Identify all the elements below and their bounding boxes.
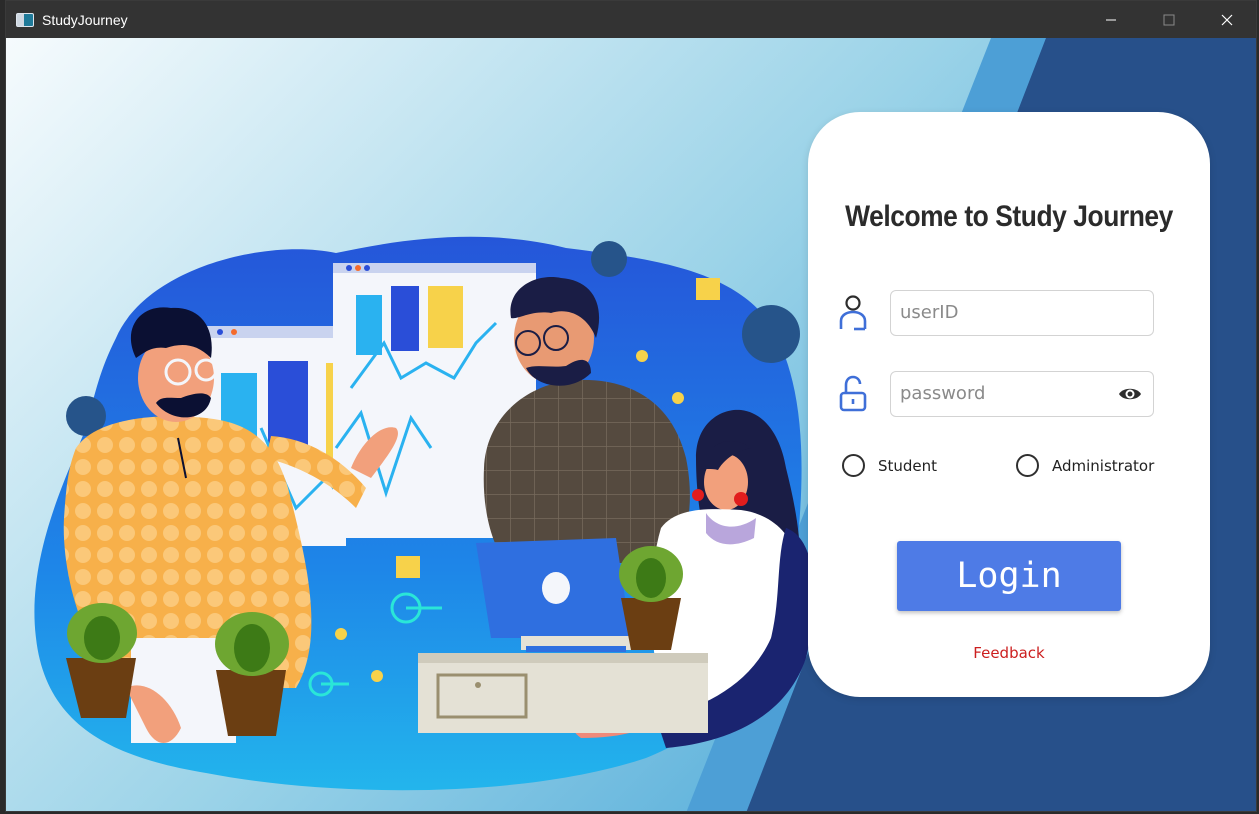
maximize-icon: [1163, 14, 1175, 25]
maximize-button[interactable]: [1140, 1, 1198, 38]
user-icon: [839, 295, 867, 331]
password-field[interactable]: [890, 371, 1154, 417]
userid-input[interactable]: [900, 291, 1110, 334]
app-icon: [16, 12, 34, 27]
welcome-heading: Welcome to Study Journey: [845, 200, 1173, 233]
close-icon: [1221, 14, 1233, 25]
userid-field[interactable]: [890, 290, 1154, 336]
password-input[interactable]: [900, 372, 1110, 415]
minimize-button[interactable]: [1082, 1, 1140, 38]
administrator-radio[interactable]: Administrator: [1016, 454, 1154, 477]
title-bar[interactable]: StudyJourney: [6, 1, 1256, 38]
feedback-link[interactable]: Feedback: [808, 644, 1210, 662]
unlock-icon: [839, 375, 867, 412]
administrator-radio-circle[interactable]: [1016, 454, 1039, 477]
login-card: Welcome to Study Journey userID Student …: [808, 112, 1210, 697]
app-window: StudyJourney Welcome to Study Journey us…: [5, 0, 1257, 812]
eye-icon[interactable]: [1117, 384, 1143, 404]
student-radio[interactable]: Student: [842, 454, 937, 477]
administrator-radio-label: Administrator: [1052, 456, 1155, 475]
minimize-icon: [1106, 19, 1116, 20]
student-radio-label: Student: [878, 456, 938, 475]
login-screen: Welcome to Study Journey userID Student …: [6, 38, 1256, 811]
login-button[interactable]: Login: [897, 541, 1121, 611]
student-radio-circle[interactable]: [842, 454, 865, 477]
window-title: StudyJourney: [42, 11, 128, 28]
close-button[interactable]: [1198, 1, 1256, 38]
